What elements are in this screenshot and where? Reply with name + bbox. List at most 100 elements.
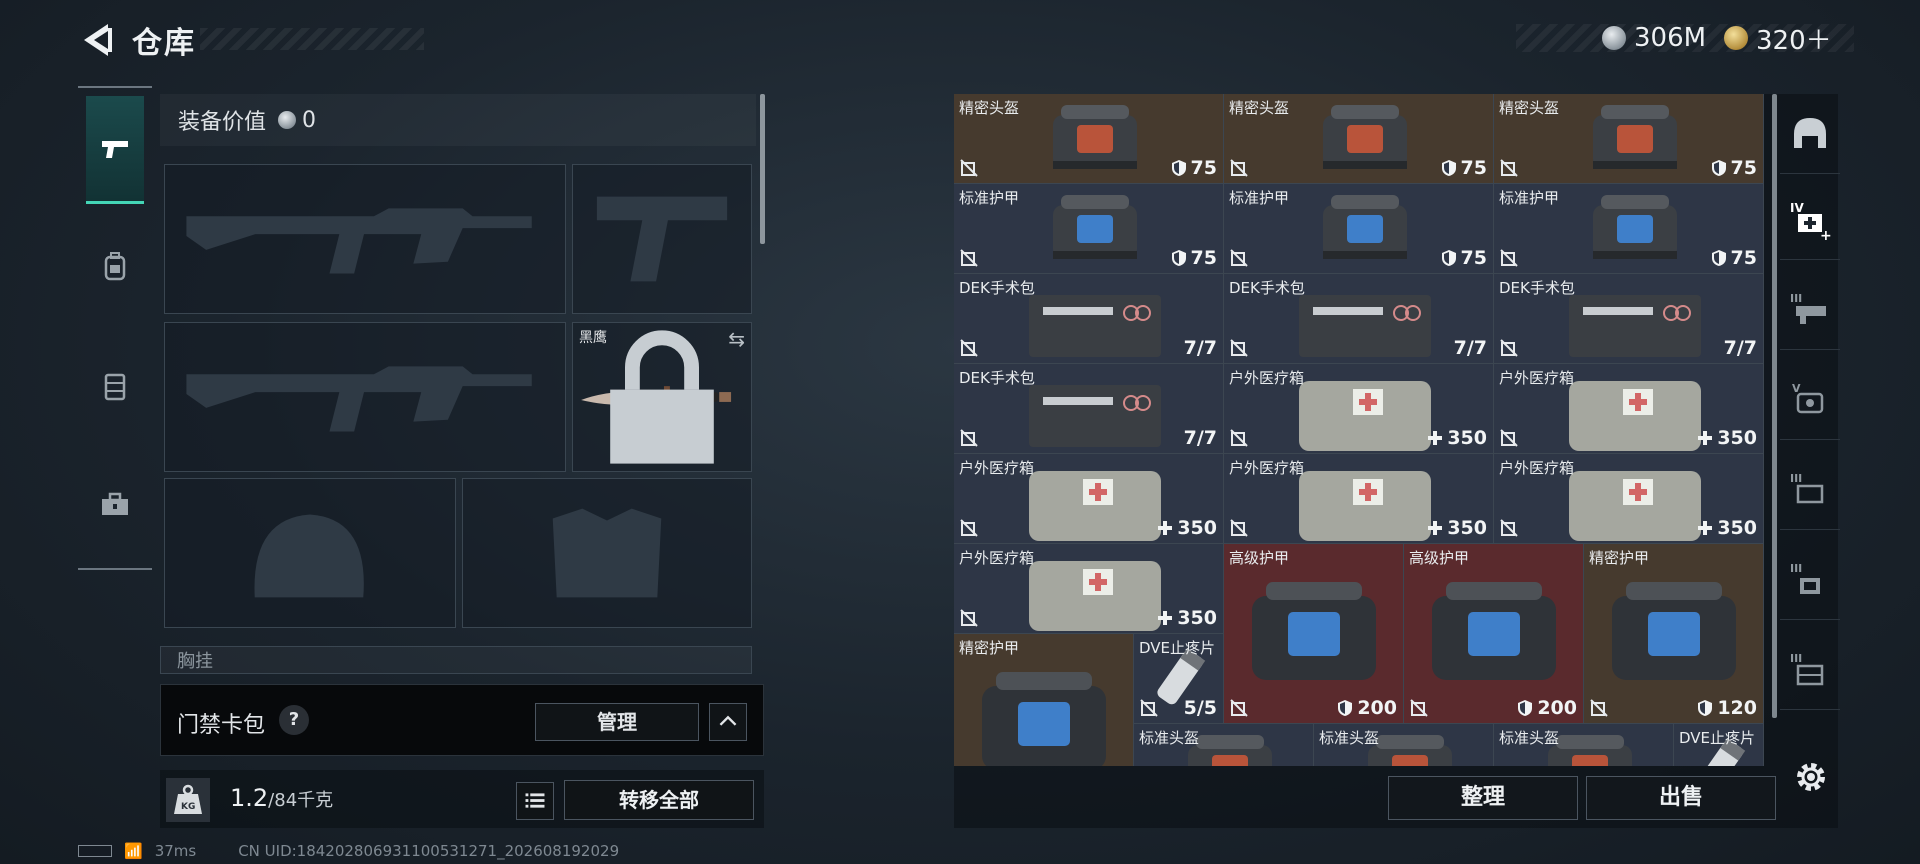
inventory-item[interactable]: 户外医疗箱 350 <box>1494 454 1764 544</box>
secondary-weapon-slot[interactable] <box>164 322 566 472</box>
item-value: 7/7 <box>1454 337 1487 359</box>
heal-plus-icon <box>1158 611 1173 625</box>
helmet-slot-icon <box>1794 117 1826 148</box>
inventory-item[interactable]: 高级护甲 200 <box>1404 544 1584 724</box>
armor-slot[interactable] <box>462 478 752 628</box>
inventory-item[interactable]: DEK手术包 7/7 <box>1224 274 1494 364</box>
heal-plus-icon <box>1698 431 1713 445</box>
shield-icon <box>1711 160 1726 176</box>
nav-vest[interactable] <box>86 332 144 440</box>
backpack-icon <box>104 252 126 281</box>
shield-icon <box>1441 160 1456 176</box>
silver-coin-icon <box>278 111 297 129</box>
inventory-item[interactable]: 标准护甲 75 <box>954 184 1224 274</box>
filter-armor-iii-b[interactable]: III <box>1780 540 1840 620</box>
item-value-text: 75 <box>1190 247 1217 269</box>
item-value-text: 75 <box>1460 157 1487 179</box>
currency-gold-value: 320＋ <box>1756 25 1832 56</box>
helmet-slot[interactable] <box>164 478 456 628</box>
item-name: DEK手术包 <box>959 369 1035 387</box>
inventory-item[interactable]: 精密头盔 75 <box>954 94 1224 184</box>
inventory-item[interactable]: 精密头盔 75 <box>1224 94 1494 184</box>
inventory-item[interactable]: 标准护甲 75 <box>1224 184 1494 274</box>
item-value: 350 <box>1157 517 1217 539</box>
back-button[interactable] <box>78 20 114 60</box>
item-value: 75 <box>1171 247 1217 269</box>
filter-helmet[interactable] <box>1780 94 1840 174</box>
inventory-item[interactable]: DVE止疼片 5/5 <box>1134 634 1224 724</box>
primary-weapon-slot[interactable] <box>164 164 566 314</box>
page-title: 仓库 <box>132 26 196 61</box>
settings-icon[interactable] <box>1792 758 1830 796</box>
inventory-item[interactable]: 精密护甲 <box>954 634 1134 766</box>
filter-armor-v[interactable]: V <box>1780 360 1840 440</box>
item-value-text: 5/5 <box>1183 697 1217 719</box>
top-bar: 仓库 306M 320＋ <box>0 0 1920 80</box>
silver-coin-icon <box>1602 26 1626 50</box>
list-view-button[interactable] <box>516 782 554 820</box>
nav-toolbox[interactable] <box>86 450 144 558</box>
filter-medkit[interactable]: IV + <box>1780 180 1840 260</box>
help-icon[interactable]: ? <box>279 705 309 735</box>
inventory-item[interactable]: 户外医疗箱 350 <box>1494 364 1764 454</box>
no-drop-icon <box>960 159 978 177</box>
inventory-item[interactable]: 户外医疗箱 350 <box>954 544 1224 634</box>
nav-weapons[interactable] <box>86 96 144 204</box>
inventory-item[interactable]: 标准护甲 75 <box>1494 184 1764 274</box>
filter-armor-iii[interactable]: III <box>1780 450 1840 530</box>
nav-backpack[interactable] <box>86 212 144 320</box>
inventory-item[interactable]: 标准头盔 <box>1494 724 1674 766</box>
inventory-item[interactable]: 高级护甲 200 <box>1224 544 1404 724</box>
equipment-panel: 装备价值 0 黑鹰 ⇆ 胸挂 门禁卡包 ? 管理 KG 1.2/84千克 转移全… <box>160 94 764 838</box>
inventory-item[interactable]: 标准头盔 <box>1314 724 1494 766</box>
equipment-scrollbar[interactable] <box>760 94 765 244</box>
collapse-button[interactable] <box>709 703 747 741</box>
inventory-item[interactable]: 户外医疗箱 350 <box>1224 364 1494 454</box>
inventory-item[interactable]: DVE止疼片 <box>1674 724 1764 766</box>
currency-gold[interactable]: 320＋ <box>1724 22 1832 56</box>
item-value-text: 7/7 <box>1183 337 1217 359</box>
chest-rig-slot[interactable]: 胸挂 <box>160 646 752 674</box>
heal-plus-icon <box>1428 521 1443 535</box>
chevron-up-icon <box>719 715 737 726</box>
inventory-item[interactable]: 户外医疗箱 350 <box>1224 454 1494 544</box>
svg-text:III: III <box>1790 652 1802 665</box>
grid-scrollbar[interactable] <box>1772 94 1777 718</box>
item-name: 精密护甲 <box>1589 549 1650 567</box>
sort-button[interactable]: 整理 <box>1388 776 1578 820</box>
currency-silver[interactable]: 306M <box>1602 22 1706 54</box>
filter-armor-iii-c[interactable]: III <box>1780 630 1840 710</box>
sell-button[interactable]: 出售 <box>1586 776 1776 820</box>
no-drop-icon <box>1230 159 1248 177</box>
filter-ammo[interactable]: III <box>1780 270 1840 350</box>
status-footer: 📶 37ms CN UID:184202806931100531271_2026… <box>78 842 619 860</box>
manage-button[interactable]: 管理 <box>535 703 699 741</box>
shield-icon <box>1711 250 1726 266</box>
grid-actions: 整理 出售 <box>954 776 1776 824</box>
warehouse-grid: 精密头盔 75 精密头盔 75 精密头盔 75 标准护甲 75 标准护甲 75 <box>954 94 1764 766</box>
item-value: 75 <box>1441 247 1487 269</box>
nav-bracket-top <box>78 86 152 88</box>
equipment-value-label: 装备价值 <box>178 110 267 135</box>
item-value: 200 <box>1517 697 1577 719</box>
armor-V-icon: V <box>1792 382 1824 413</box>
inventory-item[interactable]: DEK手术包 7/7 <box>1494 274 1764 364</box>
gold-coin-icon <box>1724 26 1748 50</box>
pistol-slot[interactable] <box>572 164 752 314</box>
inventory-item[interactable]: 户外医疗箱 350 <box>954 454 1224 544</box>
svg-text:+: + <box>1820 228 1832 242</box>
weight-button[interactable]: KG <box>166 778 210 822</box>
inventory-item[interactable]: 精密头盔 75 <box>1494 94 1764 184</box>
item-value-text: 7/7 <box>1183 427 1217 449</box>
inventory-item[interactable]: 标准头盔 <box>1134 724 1314 766</box>
heal-plus-icon <box>1698 521 1713 535</box>
melee-slot[interactable]: 黑鹰 ⇆ <box>572 322 752 472</box>
inventory-item[interactable]: DEK手术包 7/7 <box>954 364 1224 454</box>
item-name: 标准头盔 <box>1319 729 1380 747</box>
transfer-all-button[interactable]: 转移全部 <box>564 780 754 820</box>
ammo-III-icon: III <box>1790 292 1826 324</box>
inventory-item[interactable]: 精密护甲 120 <box>1584 544 1764 724</box>
heal-plus-icon <box>1428 431 1443 445</box>
inventory-item[interactable]: DEK手术包 7/7 <box>954 274 1224 364</box>
no-drop-icon <box>1230 699 1248 717</box>
